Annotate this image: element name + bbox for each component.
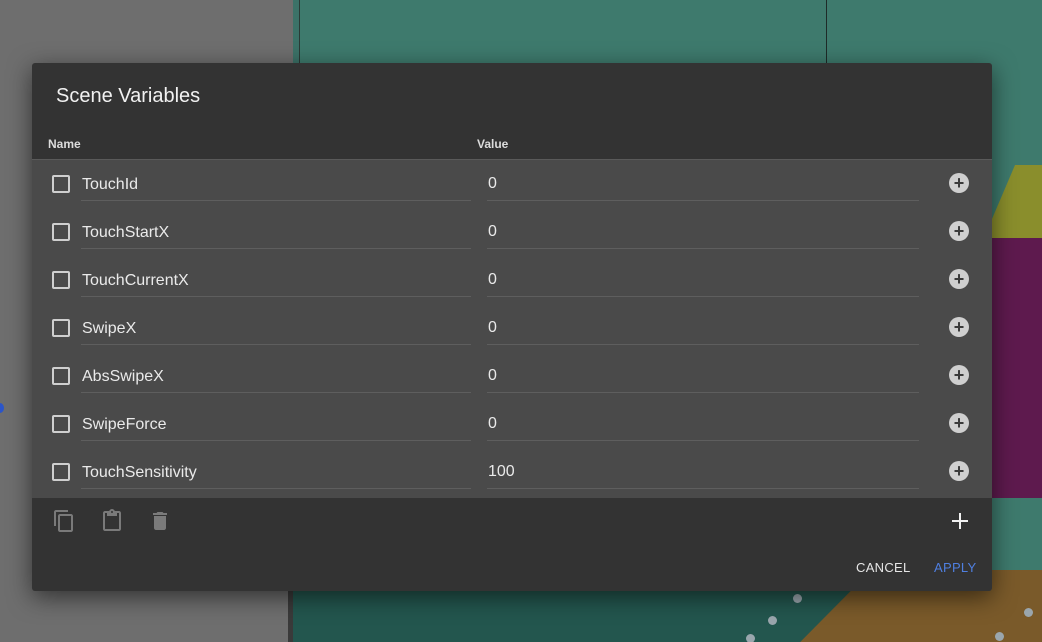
apply-button[interactable]: APPLY (934, 560, 976, 575)
variable-value: 0 (488, 223, 497, 240)
variable-row: AbsSwipeX 0 + (32, 352, 992, 400)
row-select-checkbox[interactable] (52, 223, 70, 241)
add-child-button[interactable]: + (949, 173, 969, 193)
variable-value: 0 (488, 415, 497, 432)
row-select-checkbox[interactable] (52, 367, 70, 385)
variable-name: SwipeX (82, 320, 137, 337)
variable-value: 100 (488, 463, 515, 480)
variable-value: 0 (488, 175, 497, 192)
cancel-button[interactable]: CANCEL (856, 560, 911, 575)
variable-value: 0 (488, 367, 497, 384)
copy-icon[interactable] (52, 509, 76, 533)
variable-row: TouchId 0 + (32, 160, 992, 208)
variable-row: TouchCurrentX 0 + (32, 256, 992, 304)
variable-row: SwipeForce 0 + (32, 400, 992, 448)
column-header-value: Value (477, 137, 509, 151)
variable-name: TouchId (82, 176, 139, 193)
variable-name-field[interactable]: AbsSwipeX (81, 360, 471, 393)
variable-value-field[interactable]: 0 (487, 408, 919, 441)
variable-name: TouchCurrentX (82, 272, 189, 289)
row-select-checkbox[interactable] (52, 175, 70, 193)
variable-name: AbsSwipeX (82, 368, 164, 385)
scene-rivet (746, 634, 755, 642)
variable-name-field[interactable]: TouchStartX (81, 216, 471, 249)
paste-icon[interactable] (100, 509, 124, 533)
row-select-checkbox[interactable] (52, 319, 70, 337)
column-header-name: Name (48, 137, 81, 151)
dialog-title: Scene Variables (56, 85, 201, 107)
delete-icon[interactable] (148, 509, 172, 533)
row-select-checkbox[interactable] (52, 271, 70, 289)
variable-name-field[interactable]: SwipeX (81, 312, 471, 345)
scene-rivet (995, 632, 1004, 641)
variable-name-field[interactable]: TouchId (81, 168, 471, 201)
variables-list: TouchId 0 + TouchStartX 0 + TouchCurrent… (32, 159, 992, 498)
add-child-button[interactable]: + (949, 461, 969, 481)
variable-row: TouchSensitivity 100 + (32, 448, 992, 496)
scene-rivet (793, 594, 802, 603)
variable-value-field[interactable]: 0 (487, 360, 919, 393)
add-child-button[interactable]: + (949, 317, 969, 337)
variable-name: SwipeForce (82, 416, 167, 433)
add-child-button[interactable]: + (949, 221, 969, 241)
variable-name-field[interactable]: TouchCurrentX (81, 264, 471, 297)
variable-row: TouchStartX 0 + (32, 208, 992, 256)
row-select-checkbox[interactable] (52, 415, 70, 433)
variable-name-field[interactable]: SwipeForce (81, 408, 471, 441)
scene-rivet (768, 616, 777, 625)
variable-name: TouchStartX (82, 224, 170, 241)
add-child-button[interactable]: + (949, 413, 969, 433)
add-child-button[interactable]: + (949, 269, 969, 289)
scene-variables-dialog: Scene Variables Name Value TouchId 0 + T… (32, 63, 992, 591)
add-icon[interactable] (949, 510, 971, 532)
variable-value-field[interactable]: 100 (487, 456, 919, 489)
variable-value: 0 (488, 271, 497, 288)
variable-value: 0 (488, 319, 497, 336)
variable-value-field[interactable]: 0 (487, 312, 919, 345)
add-child-button[interactable]: + (949, 365, 969, 385)
variable-value-field[interactable]: 0 (487, 216, 919, 249)
scene-rivet (1024, 608, 1033, 617)
variable-name-field[interactable]: TouchSensitivity (81, 456, 471, 489)
variable-value-field[interactable]: 0 (487, 264, 919, 297)
variable-name: TouchSensitivity (82, 464, 197, 481)
variable-row: SwipeX 0 + (32, 304, 992, 352)
variable-value-field[interactable]: 0 (487, 168, 919, 201)
row-select-checkbox[interactable] (52, 463, 70, 481)
scene-guide-line (826, 0, 827, 70)
